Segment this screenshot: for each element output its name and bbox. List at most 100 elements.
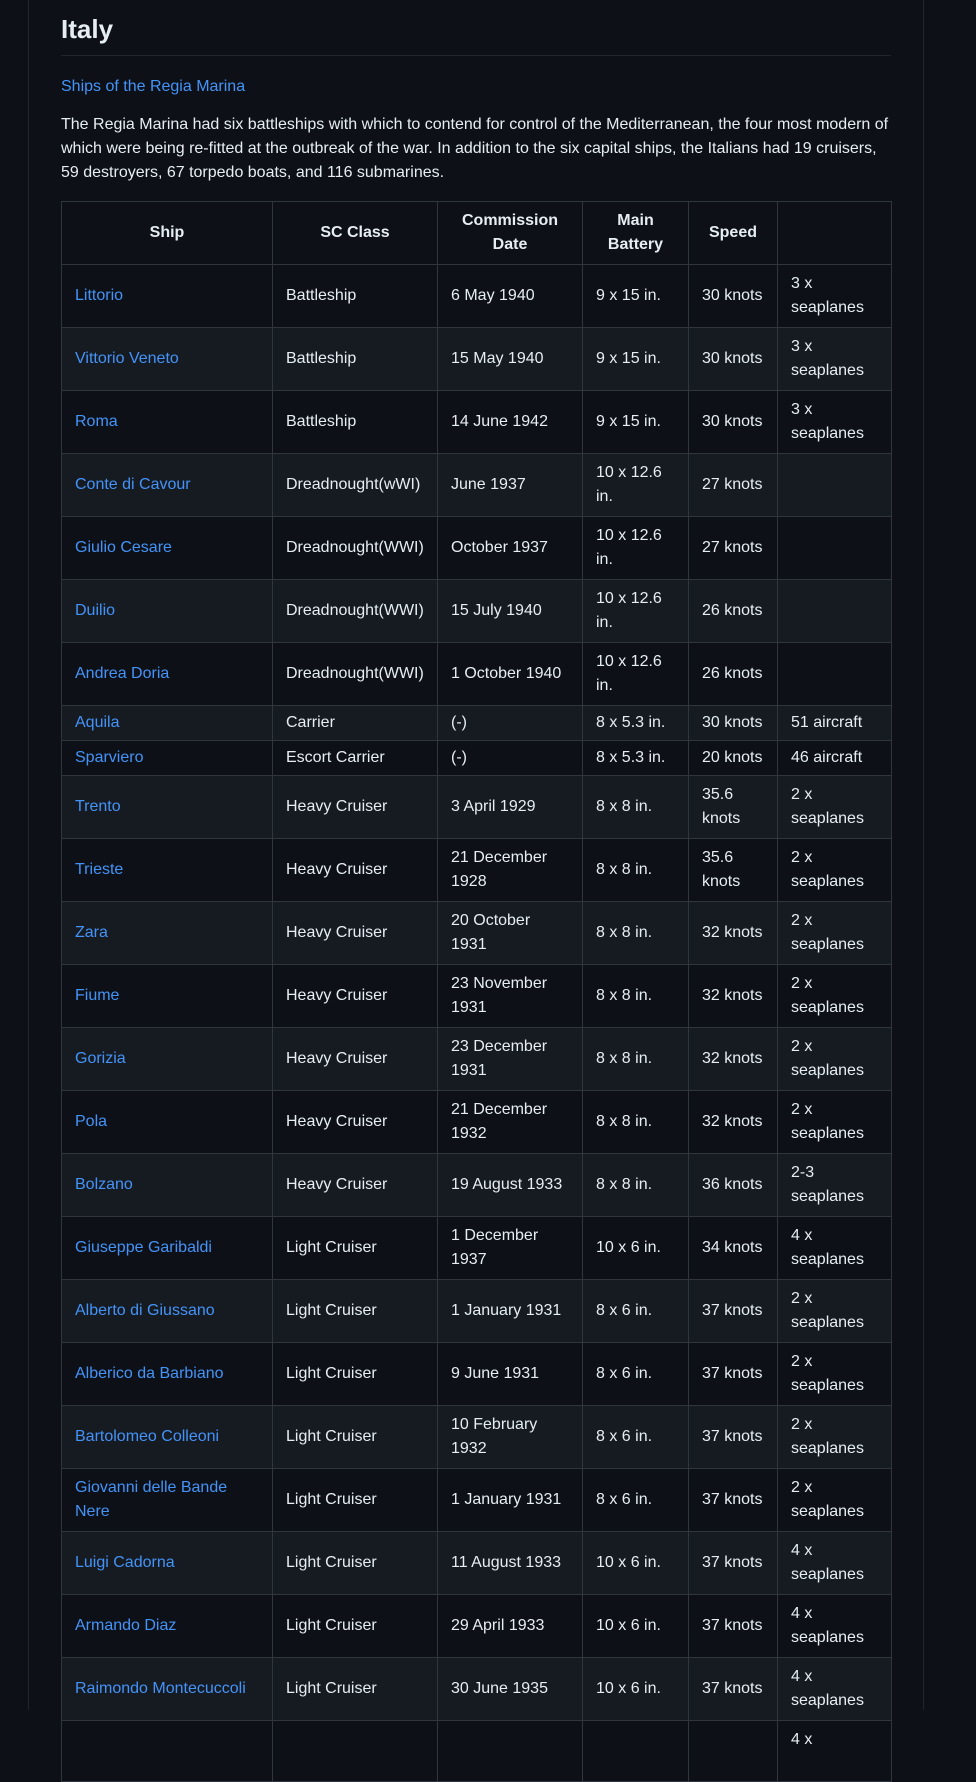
table-cell [272, 1720, 438, 1782]
table-row: Bolzano Heavy Cruiser 19 August 1933 8 x 8 … [61, 1153, 892, 1217]
table-row: Trento Heavy Cruiser 3 April 1929 8 x 8 in.… [61, 775, 892, 839]
ship-link[interactable]: Armando Diaz [75, 1617, 176, 1634]
column-header: SC Class [272, 201, 438, 265]
table-cell: Dreadnought(WWI) [272, 642, 438, 706]
table-cell: 8 x 8 in. [582, 1153, 689, 1217]
table-cell: 37 knots [688, 1405, 778, 1469]
table-cell: Heavy Cruiser [272, 1090, 438, 1154]
table-cell: 1 January 1931 [437, 1279, 583, 1343]
table-cell: Pola [61, 1090, 273, 1154]
ship-link[interactable]: Andrea Doria [75, 665, 169, 682]
table-cell: Aquila [61, 705, 273, 741]
table-cell: 2 x seaplanes [777, 964, 892, 1028]
table-row: Aquila Carrier (-) 8 x 5.3 in. 30 knots 51 ai… [61, 705, 892, 741]
ship-link[interactable]: Zara [75, 924, 108, 941]
table-cell: 32 knots [688, 964, 778, 1028]
table-cell [777, 642, 892, 706]
ship-link[interactable]: Giovanni delle Bande Nere [75, 1479, 227, 1520]
ship-link[interactable]: Sparviero [75, 749, 143, 766]
ship-link[interactable]: Fiume [75, 987, 119, 1004]
table-cell: Escort Carrier [272, 740, 438, 776]
ship-link[interactable]: Luigi Cadorna [75, 1554, 175, 1571]
table-cell: Giovanni delle Bande Nere [61, 1468, 273, 1532]
ship-link[interactable]: Bartolomeo Colleoni [75, 1428, 219, 1445]
table-cell: 32 knots [688, 901, 778, 965]
ship-link[interactable]: Alberico da Barbiano [75, 1365, 224, 1382]
table-cell: Heavy Cruiser [272, 775, 438, 839]
table-cell: 8 x 6 in. [582, 1342, 689, 1406]
table-cell: 3 x seaplanes [777, 264, 892, 328]
table-row: Giuseppe Garibaldi Light Cruiser 1 Decembe… [61, 1216, 892, 1280]
table-cell: Duilio [61, 579, 273, 643]
table-cell: 8 x 5.3 in. [582, 705, 689, 741]
article-content: Italy Ships of the Regia Marina The Regi… [61, 0, 892, 1782]
table-cell: 8 x 6 in. [582, 1279, 689, 1343]
table-row: Andrea Doria Dreadnought(WWI) 1 October 19… [61, 642, 892, 706]
table-cell: 21 December 1928 [437, 838, 583, 902]
table-row: Raimondo Montecuccoli Light Cruiser 30 Jun… [61, 1657, 892, 1721]
table-row: Zara Heavy Cruiser 20 October 1931 8 x 8 in… [61, 901, 892, 965]
ship-link[interactable]: Duilio [75, 602, 115, 619]
table-cell [61, 1720, 273, 1782]
ship-link[interactable]: Giuseppe Garibaldi [75, 1239, 212, 1256]
ship-link[interactable]: Raimondo Montecuccoli [75, 1680, 246, 1697]
table-cell: June 1937 [437, 453, 583, 517]
column-header [777, 201, 892, 265]
ship-link[interactable]: Trento [75, 798, 121, 815]
table-cell: 15 May 1940 [437, 327, 583, 391]
table-cell: 37 knots [688, 1531, 778, 1595]
table-row: Alberto di Giussano Light Cruiser 1 Januar… [61, 1279, 892, 1343]
ship-link[interactable]: Trieste [75, 861, 123, 878]
ship-link[interactable]: Gorizia [75, 1050, 126, 1067]
table-row: Alberico da Barbiano Light Cruiser 9 June … [61, 1342, 892, 1406]
table-cell: 36 knots [688, 1153, 778, 1217]
table-cell: Giuseppe Garibaldi [61, 1216, 273, 1280]
table-cell: 1 January 1931 [437, 1468, 583, 1532]
table-cell: 8 x 8 in. [582, 1090, 689, 1154]
table-row: Pola Heavy Cruiser 21 December 1932 8 x 8 i… [61, 1090, 892, 1154]
table-cell: 23 November 1931 [437, 964, 583, 1028]
ship-link[interactable]: Giulio Cesare [75, 539, 172, 556]
table-cell: (-) [437, 740, 583, 776]
table-cell: Heavy Cruiser [272, 1027, 438, 1091]
table-row: Luigi Cadorna Light Cruiser 11 August 1933… [61, 1531, 892, 1595]
table-cell: 9 x 15 in. [582, 264, 689, 328]
table-cell: Littorio [61, 264, 273, 328]
ship-link[interactable]: Alberto di Giussano [75, 1302, 215, 1319]
table-cell: Light Cruiser [272, 1531, 438, 1595]
table-cell: 37 knots [688, 1468, 778, 1532]
table-cell: 1 December 1937 [437, 1216, 583, 1280]
column-header: Ship [61, 201, 273, 265]
table-cell: Alberto di Giussano [61, 1279, 273, 1343]
table-cell: Dreadnought(WWI) [272, 579, 438, 643]
table-cell: Giulio Cesare [61, 516, 273, 580]
table-cell: 4 x seaplanes [777, 1216, 892, 1280]
table-cell: 15 July 1940 [437, 579, 583, 643]
table-cell: 2 x seaplanes [777, 838, 892, 902]
table-cell: 2 x seaplanes [777, 775, 892, 839]
ship-link[interactable]: Pola [75, 1113, 107, 1130]
ship-link[interactable]: Conte di Cavour [75, 476, 191, 493]
table-cell: 6 May 1940 [437, 264, 583, 328]
ship-link[interactable]: Aquila [75, 714, 119, 731]
ship-link[interactable]: Vittorio Veneto [75, 350, 179, 367]
table-cell: Dreadnought(WWI) [272, 516, 438, 580]
table-cell: Raimondo Montecuccoli [61, 1657, 273, 1721]
ship-link[interactable]: Bolzano [75, 1176, 133, 1193]
table-cell: 23 December 1931 [437, 1027, 583, 1091]
table-cell: Battleship [272, 390, 438, 454]
ship-link[interactable]: Roma [75, 413, 118, 430]
ship-link[interactable]: Littorio [75, 287, 123, 304]
table-cell: 8 x 6 in. [582, 1468, 689, 1532]
table-cell: 14 June 1942 [437, 390, 583, 454]
table-cell: 2 x seaplanes [777, 1090, 892, 1154]
table-cell: 32 knots [688, 1090, 778, 1154]
table-cell: Vittorio Veneto [61, 327, 273, 391]
table-cell: 30 knots [688, 705, 778, 741]
table-cell: Light Cruiser [272, 1216, 438, 1280]
table-cell: 4 x seaplanes [777, 1657, 892, 1721]
table-cell: 35.6 knots [688, 838, 778, 902]
table-cell: 30 knots [688, 264, 778, 328]
table-cell: Heavy Cruiser [272, 964, 438, 1028]
regia-marina-link[interactable]: Ships of the Regia Marina [61, 75, 891, 99]
